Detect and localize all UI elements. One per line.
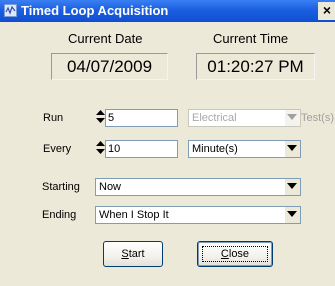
start-button-label: tart	[128, 248, 145, 260]
run-type-select[interactable]: Electrical	[188, 109, 301, 127]
starting-value: Now	[99, 181, 122, 193]
every-interval-input[interactable]: 10	[105, 140, 178, 158]
starting-select[interactable]: Now	[95, 178, 301, 196]
close-button[interactable]: Close	[197, 241, 273, 267]
close-button-mnemonic: C	[220, 248, 229, 260]
run-type-value: Electrical	[192, 112, 237, 124]
current-time-caption: Current Time	[213, 31, 289, 46]
run-spinner-icon[interactable]	[96, 110, 105, 123]
run-count-input[interactable]: 5	[105, 109, 178, 127]
start-button-mnemonic: S	[121, 248, 129, 260]
run-label: Run	[43, 112, 64, 124]
run-suffix-label: Test(s)	[301, 112, 334, 124]
dropdown-arrow-icon[interactable]	[284, 110, 300, 126]
app-icon	[4, 4, 17, 17]
ending-select[interactable]: When I Stop It	[95, 206, 301, 224]
window-title: Timed Loop Acquisition	[21, 3, 169, 18]
current-time-display: 01:20:27 PM	[196, 53, 315, 80]
current-date-caption: Current Date	[68, 31, 143, 46]
close-button-label: lose	[228, 248, 250, 260]
ending-label: Ending	[42, 209, 77, 221]
close-icon[interactable]: ×	[318, 2, 335, 20]
current-date-display: 04/07/2009	[51, 53, 168, 80]
ending-value: When I Stop It	[99, 209, 169, 221]
every-unit-select[interactable]: Minute(s)	[188, 140, 301, 158]
dropdown-arrow-icon[interactable]	[284, 207, 300, 223]
title-bar[interactable]: Timed Loop Acquisition ×	[0, 0, 335, 22]
every-label: Every	[43, 143, 72, 155]
dropdown-arrow-icon[interactable]	[284, 179, 300, 195]
timed-loop-acquisition-dialog: Timed Loop Acquisition × Current Date 04…	[0, 0, 335, 286]
every-spinner-icon[interactable]	[96, 141, 105, 154]
start-button[interactable]: Start	[103, 241, 163, 267]
dropdown-arrow-icon[interactable]	[284, 141, 300, 157]
starting-label: Starting	[42, 181, 80, 193]
every-unit-value: Minute(s)	[192, 143, 238, 155]
